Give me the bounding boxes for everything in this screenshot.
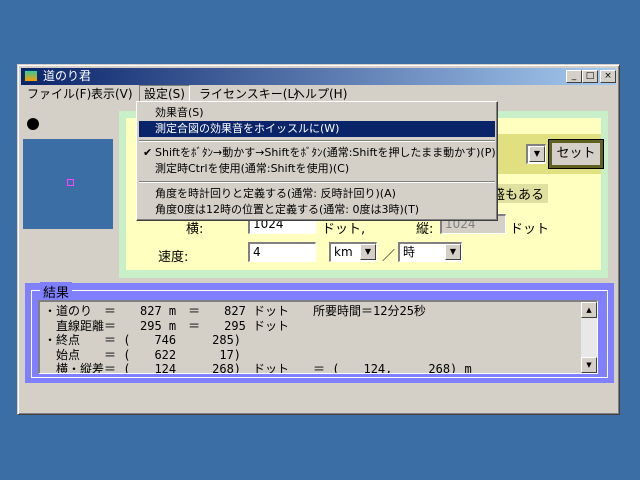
time-unit-value: 時 <box>403 245 416 259</box>
time-unit-select[interactable]: 時 ▼ <box>398 242 462 262</box>
result-line: ・終点 ＝ ( 746 285) <box>44 333 242 347</box>
result-text: ・道のり ＝ 827 m ＝ 827 ドット 所要時間＝12分25秒 直線距離＝… <box>44 304 472 374</box>
status-dot <box>27 118 39 130</box>
maximize-button[interactable]: □ <box>582 70 598 83</box>
settings-dropdown: 効果音(S) 測定合図の効果音をホイッスルに(W) ✔ Shiftをﾎﾞﾀﾝ→動か… <box>136 101 498 221</box>
result-line: ・道のり ＝ 827 m ＝ 827 ドット 所要時間＝12分25秒 <box>44 304 426 318</box>
chevron-down-icon[interactable]: ▼ <box>360 244 376 260</box>
window-title: 道のり君 <box>43 69 92 83</box>
menu-file[interactable]: ファイル(F) <box>23 85 95 103</box>
menu-item-sound[interactable]: 効果音(S) <box>139 105 495 121</box>
result-line: 横・縦差＝ ( 124 268) ドット ＝ ( 124, 268) m <box>44 362 472 374</box>
chevron-down-icon[interactable]: ▼ <box>529 146 545 162</box>
menu-item-clockwise[interactable]: 角度を時計回りと定義する(通常: 反時計回り)(A) <box>139 186 495 202</box>
app-icon <box>24 70 38 82</box>
result-line: 直線距離＝ 295 m ＝ 295 ドット <box>44 318 290 333</box>
menu-separator <box>139 181 495 183</box>
status-bar <box>21 395 616 411</box>
vertical-scrollbar[interactable]: ▲ ▼ <box>581 302 597 373</box>
speed-unit-select[interactable]: km ▼ <box>329 242 377 262</box>
result-textbox[interactable]: ・道のり ＝ 827 m ＝ 827 ドット 所要時間＝12分25秒 直線距離＝… <box>38 300 598 374</box>
menu-separator <box>139 140 495 142</box>
close-button[interactable]: × <box>600 70 616 83</box>
title-bar[interactable]: 道のり君 _ □ × <box>21 68 616 85</box>
speed-label: 速度: <box>158 250 189 265</box>
dot-unit-label-2: ドット <box>510 222 550 237</box>
menu-view[interactable]: 表示(V) <box>87 85 137 103</box>
minimize-button[interactable]: _ <box>566 70 582 83</box>
result-line: 始点 ＝ ( 622 17) <box>44 347 242 362</box>
per-separator: ／ <box>382 249 396 264</box>
menu-item-shift-toggle[interactable]: ✔ Shiftをﾎﾞﾀﾝ→動かす→Shiftをﾎﾞﾀﾝ(通常:Shiftを押したま… <box>139 145 496 161</box>
result-panel: 結果 ・道のり ＝ 827 m ＝ 827 ドット 所要時間＝12分25秒 直線… <box>25 282 614 383</box>
result-title: 結果 <box>40 282 73 301</box>
hidden-combo[interactable]: ▼ <box>526 144 546 164</box>
chevron-down-icon[interactable]: ▼ <box>445 244 461 260</box>
position-marker <box>67 179 74 186</box>
result-group: 結果 ・道のり ＝ 827 m ＝ 827 ドット 所要時間＝12分25秒 直線… <box>31 282 608 378</box>
menu-item-ctrl[interactable]: 測定時Ctrlを使用(通常:Shiftを使用)(C) <box>139 161 495 177</box>
menu-item-whistle[interactable]: 測定合図の効果音をホイッスルに(W) <box>139 121 495 137</box>
map-preview[interactable] <box>23 139 113 229</box>
speed-field[interactable]: 4 <box>248 242 316 262</box>
check-icon: ✔ <box>143 146 153 159</box>
scroll-up-icon[interactable]: ▲ <box>581 302 597 318</box>
set-button[interactable]: セット <box>548 139 604 169</box>
scroll-down-icon[interactable]: ▼ <box>581 357 597 373</box>
speed-unit-value: km <box>334 245 353 259</box>
menu-item-zero-at-12[interactable]: 角度0度は12時の位置と定義する(通常: 0度は3時)(T) <box>139 202 495 218</box>
